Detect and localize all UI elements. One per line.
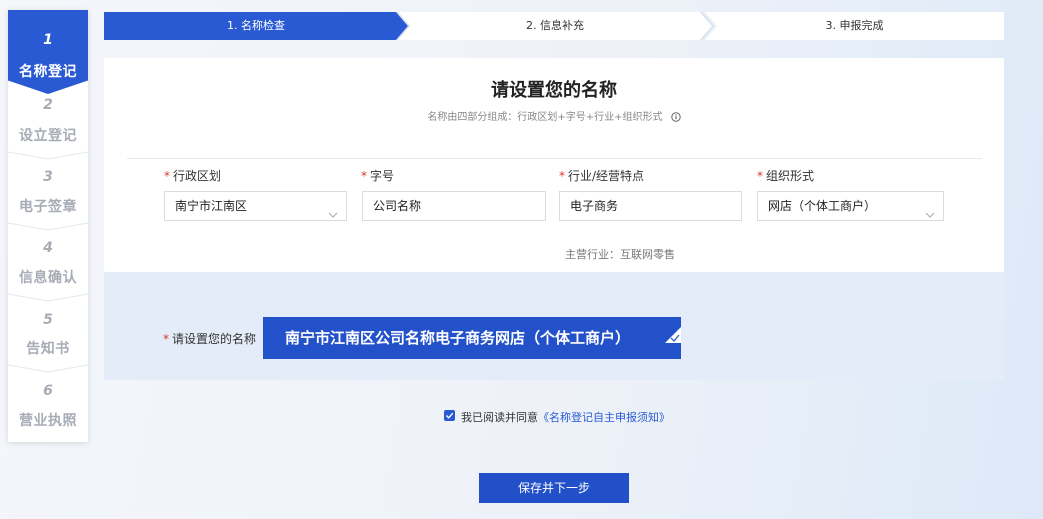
step-label: 信息确认 [19,270,77,286]
field-label-text: 组织形式 [766,169,815,183]
name-preview-label-text: 请设置您的名称 [172,332,257,346]
progress-step-submit-complete: 3. 申报完成 [705,12,1004,40]
required-mark: * [559,169,565,183]
required-mark: * [164,169,170,183]
full-name-text: 南宁市江南区公司名称电子商务网店（个体工商户） [285,329,631,347]
field-label-text: 行政区划 [173,169,222,183]
step-label: 设立登记 [19,128,77,144]
page-title: 请设置您的名称 [491,80,617,101]
step-separator [8,292,88,302]
trade-name-input[interactable]: 公司名称 [362,191,546,221]
field-label-industry: * 行业/经营特点 [559,167,644,184]
industry-input[interactable]: 电子商务 [559,191,742,221]
region-select-value: 南宁市江南区 [175,199,248,213]
step-item-business-license[interactable]: 6 营业执照 [8,378,88,442]
step-separator [8,363,88,373]
step-number: 3 [43,169,53,185]
step-number: 6 [43,383,53,399]
progress-step-info-supplement: 2. 信息补充 [398,12,712,40]
form-divider [127,158,982,159]
agree-checkbox[interactable] [444,410,455,421]
name-preview-label: * 请设置您的名称 [163,330,256,347]
save-and-next-button[interactable]: 保存并下一步 [479,473,629,503]
agreement-prefix: 我已阅读并同意 [461,411,538,424]
agreement-text: 我已阅读并同意《名称登记自主申报须知》 [461,409,670,425]
org-form-select-value: 网店（个体工商户） [768,199,877,213]
full-name-display[interactable]: 南宁市江南区公司名称电子商务网店（个体工商户） [263,317,681,359]
step-item-name-registration[interactable]: 1 名称登记 [8,10,88,94]
field-label-org-form: * 组织形式 [757,167,814,184]
chevron-down-icon [328,201,338,229]
required-mark: * [163,332,169,346]
step-number: 2 [43,97,53,113]
subtitle-text: 名称由四部分组成：行政区划+字号+行业+组织形式 [427,112,663,123]
step-label: 告知书 [26,341,70,357]
step-number: 4 [43,240,53,256]
step-separator [8,221,88,231]
step-label: 电子签章 [19,199,77,215]
field-label-region: * 行政区划 [164,167,221,184]
trade-name-value: 公司名称 [373,199,422,213]
chevron-down-icon [925,201,935,229]
field-label-text: 字号 [370,169,395,183]
progress-step-name-check: 1. 名称检查 [104,12,408,40]
check-corner-icon [665,317,681,359]
region-select[interactable]: 南宁市江南区 [164,191,347,221]
step-label: 名称登记 [19,64,77,80]
page-subtitle: 名称由四部分组成：行政区划+字号+行业+组织形式 [104,108,1004,125]
info-circle-icon[interactable] [670,112,681,125]
step-label: 营业执照 [19,413,77,429]
agreement-link[interactable]: 《名称登记自主申报须知》 [538,411,670,424]
step-number: 1 [43,32,53,48]
step-separator [8,150,88,160]
required-mark: * [361,169,367,183]
step-sidebar: 1 名称登记 2 设立登记 3 电子签章 4 信息确认 5 告知书 6 营业执照 [8,10,88,442]
industry-value: 电子商务 [570,199,619,213]
required-mark: * [757,169,763,183]
main-industry-note: 主营行业：互联网零售 [565,248,675,261]
field-label-trade-name: * 字号 [361,167,394,184]
field-label-text: 行业/经营特点 [568,169,645,183]
org-form-select[interactable]: 网店（个体工商户） [757,191,944,221]
step-number: 5 [43,312,53,328]
